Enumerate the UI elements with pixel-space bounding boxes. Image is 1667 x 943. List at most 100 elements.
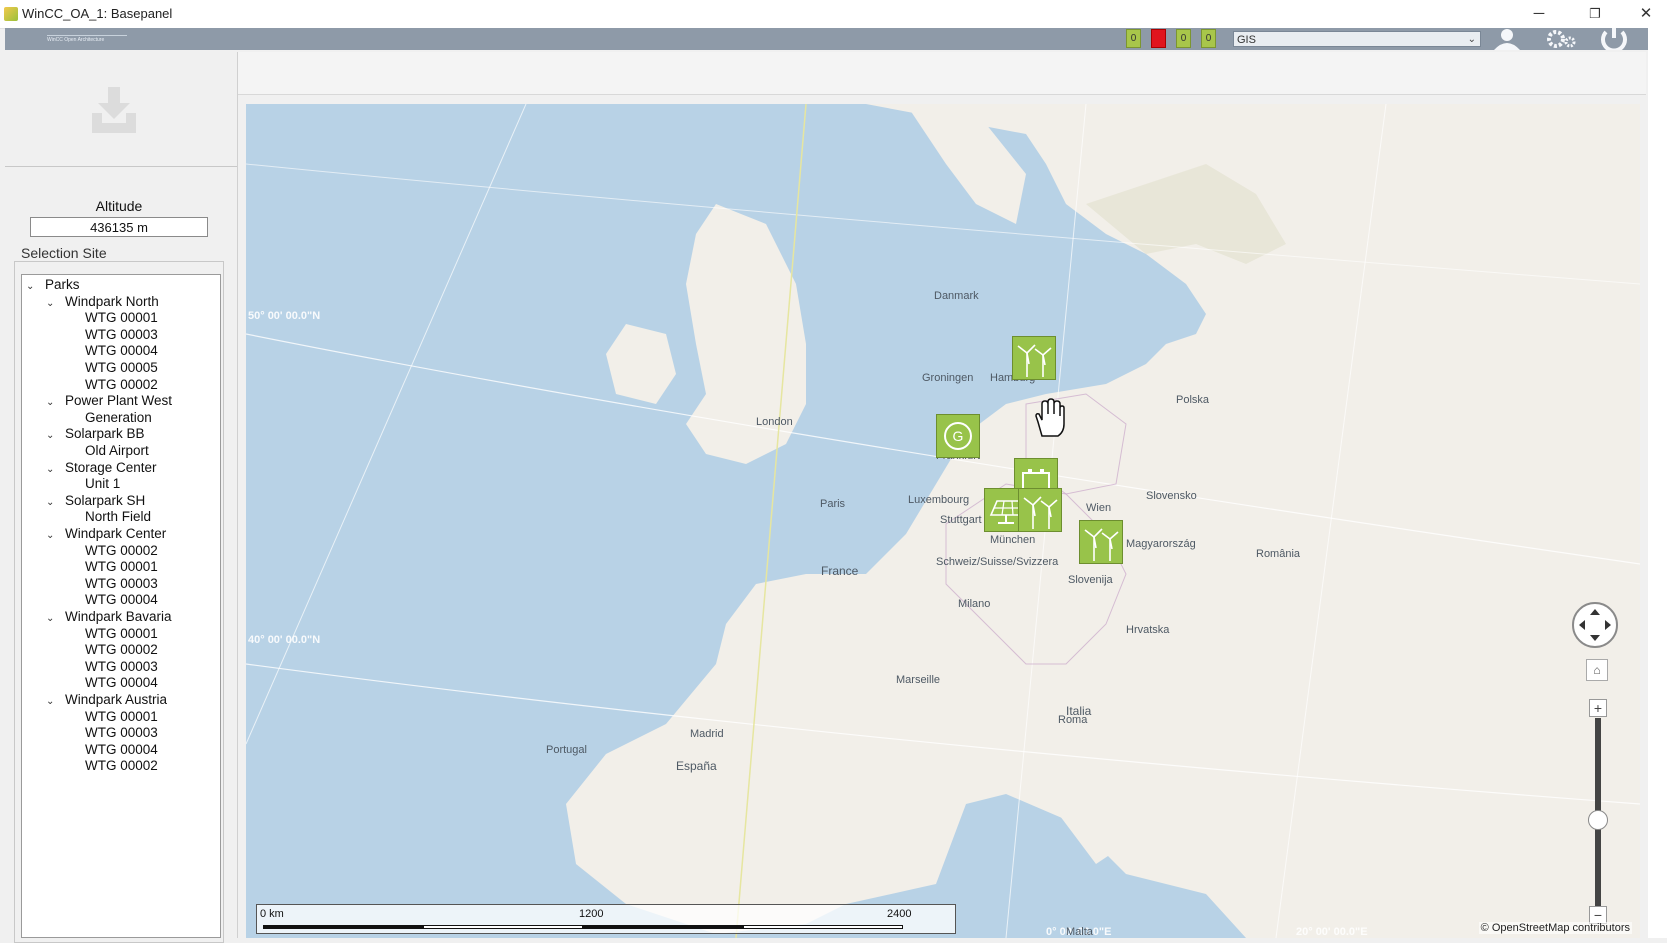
settings-icon[interactable]: [1543, 28, 1579, 50]
altitude-label: Altitude: [95, 198, 143, 214]
tree-label: Parks: [45, 277, 80, 292]
tree-label: WTG 00003: [85, 326, 158, 342]
header-toolbar: WinCC Open Architecture 0 0 0 0 GIS ⌄: [5, 28, 1658, 53]
close-button[interactable]: ✕: [1623, 0, 1667, 28]
scale-mid-label: 1200: [579, 908, 604, 920]
wind-turbine-icon: [1023, 496, 1058, 529]
tree-leaf[interactable]: WTG 00001: [85, 559, 158, 575]
tree-label: Storage Center: [65, 459, 157, 475]
chevron-down-icon[interactable]: ⌄: [46, 296, 60, 312]
download-tray-icon[interactable]: [88, 85, 140, 137]
tree-label: Power Plant West: [65, 393, 173, 409]
tree-group[interactable]: ⌄ Solarpark SH: [46, 493, 145, 509]
tree-label: WTG 00002: [85, 758, 158, 774]
tree-label: WTG 00002: [85, 642, 158, 658]
map-label-malta: Malta: [1066, 926, 1093, 938]
tree-leaf[interactable]: WTG 00002: [85, 758, 158, 774]
tree-leaf[interactable]: WTG 00004: [85, 742, 158, 758]
tree-group[interactable]: ⌄ Solarpark BB: [46, 426, 145, 442]
map-label-france: France: [821, 564, 859, 578]
chevron-down-icon[interactable]: ⌄: [46, 462, 60, 478]
tree-leaf[interactable]: Old Airport: [85, 443, 149, 459]
alarm-indicator-1[interactable]: 0: [1126, 29, 1141, 48]
tree-leaf[interactable]: Generation: [85, 410, 152, 426]
tree-leaf[interactable]: WTG 00004: [85, 592, 158, 608]
tree-leaf[interactable]: WTG 00002: [85, 377, 158, 393]
chevron-down-icon[interactable]: ⌄: [46, 428, 60, 444]
scale-start-label: 0 km: [260, 908, 284, 920]
tree-leaf[interactable]: WTG 00003: [85, 576, 158, 592]
tree-group[interactable]: ⌄ Power Plant West: [46, 393, 172, 409]
chevron-down-icon: ⌄: [1467, 34, 1476, 45]
tree-group[interactable]: ⌄ Windpark Center: [46, 526, 166, 542]
tree-leaf[interactable]: WTG 00001: [85, 310, 158, 326]
tree-leaf[interactable]: WTG 00003: [85, 659, 158, 675]
home-icon[interactable]: ⌂: [1586, 659, 1608, 681]
scale-bar: 0 km 1200 2400: [256, 904, 956, 934]
right-panel: [1648, 28, 1667, 938]
windpark-center-marker[interactable]: [1018, 488, 1062, 532]
tree-label: Windpark Center: [65, 526, 167, 541]
tree-label: WTG 00003: [85, 725, 158, 741]
tree-leaf[interactable]: WTG 00004: [85, 675, 158, 691]
map-label-milano: Milano: [958, 598, 991, 610]
tree-label: WTG 00002: [85, 376, 158, 392]
scale-segment-4: [743, 925, 903, 929]
alarm-indicator-3[interactable]: 0: [1176, 29, 1191, 48]
gis-map[interactable]: 50° 00' 00.0"N 40° 00' 00.0"N 0° 00' 00.…: [246, 104, 1640, 938]
map-label-luxembourg: Luxembourg: [908, 494, 970, 506]
tree-label: WTG 00003: [85, 575, 158, 591]
tree-group[interactable]: ⌄ Windpark Bavaria: [46, 609, 172, 625]
chevron-down-icon[interactable]: ⌄: [46, 528, 60, 544]
tree-leaf[interactable]: Unit 1: [85, 476, 120, 492]
tree-leaf[interactable]: WTG 00001: [85, 709, 158, 725]
map-label-stuttgart: Stuttgart: [940, 514, 982, 526]
alarm-indicator-4[interactable]: 0: [1201, 29, 1216, 48]
chevron-down-icon[interactable]: ⌄: [46, 495, 60, 511]
pan-control[interactable]: [1572, 602, 1618, 648]
view-select[interactable]: GIS ⌄: [1233, 31, 1481, 47]
minimize-button[interactable]: ─: [1516, 0, 1562, 28]
zoom-in-button[interactable]: +: [1589, 699, 1607, 717]
tree-label: Old Airport: [85, 443, 149, 458]
tree-leaf[interactable]: WTG 00004: [85, 343, 158, 359]
tree-leaf[interactable]: WTG 00003: [85, 725, 158, 741]
chevron-down-icon[interactable]: ⌄: [26, 279, 40, 295]
tree-leaf[interactable]: WTG 00001: [85, 626, 158, 642]
chevron-down-icon[interactable]: ⌄: [46, 694, 60, 710]
map-label-portugal: Portugal: [546, 744, 587, 756]
tree-label: WTG 00005: [85, 360, 158, 375]
user-icon[interactable]: [1491, 28, 1523, 50]
map-label-roma: Roma: [1058, 714, 1088, 726]
generator-icon: G: [944, 422, 972, 450]
altitude-field[interactable]: 436135 m: [30, 217, 208, 237]
tree-group[interactable]: ⌄ Windpark North: [46, 294, 159, 310]
wind-turbine-icon: [1084, 528, 1119, 561]
site-tree[interactable]: ⌄ Parks ⌄ Windpark North WTG 00001 WTG 00003 W…: [21, 274, 221, 938]
windpark-austria-marker[interactable]: [1079, 520, 1123, 564]
power-plant-west-marker[interactable]: G: [936, 414, 980, 458]
map-label-groningen: Groningen: [922, 372, 974, 384]
chevron-down-icon[interactable]: ⌄: [46, 395, 60, 411]
tree-leaf[interactable]: WTG 00002: [85, 642, 158, 658]
tree-group[interactable]: ⌄ Storage Center: [46, 460, 157, 476]
tree-root[interactable]: ⌄ Parks: [26, 277, 80, 293]
logo-text: WinCC Open Architecture: [47, 37, 105, 43]
tree-leaf[interactable]: North Field: [85, 509, 151, 525]
power-icon[interactable]: [1597, 28, 1631, 53]
alarm-indicator-2[interactable]: 0: [1151, 29, 1166, 48]
chevron-down-icon[interactable]: ⌄: [46, 611, 60, 627]
map-label-schweiz: Schweiz/Suisse/Svizzera: [936, 556, 1059, 568]
zoom-slider-thumb[interactable]: [1588, 810, 1608, 830]
tree-leaf[interactable]: WTG 00005: [85, 360, 158, 376]
restore-button[interactable]: ❐: [1572, 0, 1618, 28]
view-select-value: GIS: [1237, 34, 1256, 46]
lon-20-label: 20° 00' 00.0"E: [1296, 926, 1368, 938]
tree-leaf[interactable]: WTG 00003: [85, 327, 158, 343]
tree-leaf[interactable]: WTG 00002: [85, 543, 158, 559]
selection-site-title: Selection Site: [18, 245, 110, 261]
tree-group[interactable]: ⌄ Windpark Austria: [46, 692, 167, 708]
windpark-north-marker[interactable]: [1012, 336, 1056, 380]
window-title: WinCC_OA_1: Basepanel: [22, 6, 173, 21]
map-label-slovensko: Slovensko: [1146, 490, 1197, 502]
